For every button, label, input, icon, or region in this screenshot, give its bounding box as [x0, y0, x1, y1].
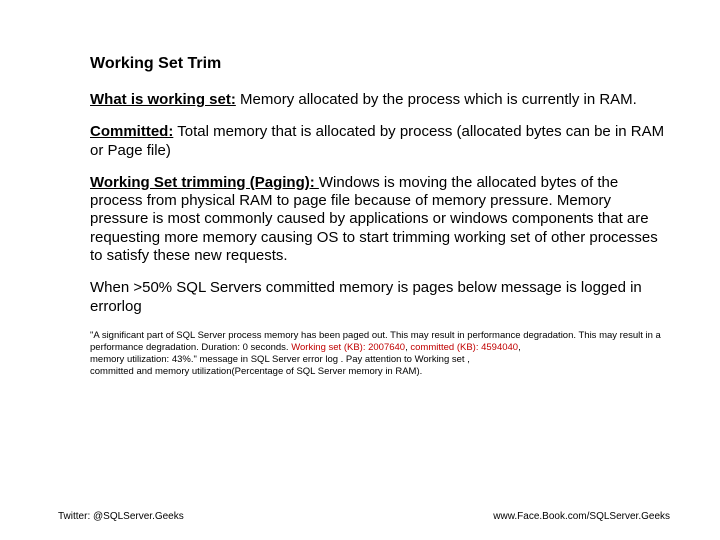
label-trimming: Working Set trimming (Paging):	[90, 174, 319, 191]
definition-trimming: Working Set trimming (Paging): Windows i…	[90, 174, 670, 265]
error-line-3: committed and memory utilization(Percent…	[90, 366, 422, 377]
label-working-set: What is working set:	[90, 91, 236, 108]
error-ws-red: Working set (KB): 2007640	[291, 342, 405, 353]
slide: Working Set Trim What is working set: Me…	[0, 0, 720, 540]
error-after-committed: ,	[518, 342, 521, 353]
definition-committed: Committed: Total memory that is allocate…	[90, 123, 670, 160]
footer-twitter: Twitter: @SQLServer.Geeks	[58, 511, 184, 522]
error-committed-red: committed (KB): 4594040	[410, 342, 518, 353]
slide-footer: Twitter: @SQLServer.Geeks www.Face.Book.…	[58, 511, 670, 522]
text-working-set: Memory allocated by the process which is…	[236, 91, 637, 108]
label-committed: Committed:	[90, 123, 173, 140]
text-committed: Total memory that is allocated by proces…	[90, 123, 664, 158]
definition-working-set: What is working set: Memory allocated by…	[90, 91, 670, 109]
error-line-2: memory utilization: 43%." message in SQL…	[90, 354, 470, 365]
slide-title: Working Set Trim	[90, 55, 670, 73]
threshold-note: When >50% SQL Servers committed memory i…	[90, 279, 670, 316]
footer-facebook: www.Face.Book.com/SQLServer.Geeks	[493, 511, 670, 522]
error-message-block: "A significant part of SQL Server proces…	[90, 330, 670, 378]
